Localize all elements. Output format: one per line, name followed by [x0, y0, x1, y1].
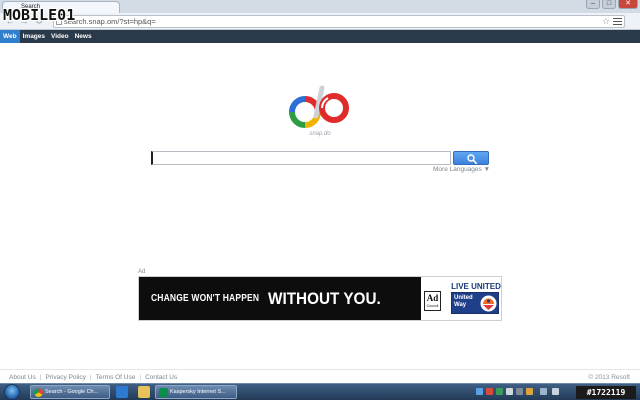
kaspersky-icon [159, 388, 168, 397]
united-way-line1: United [454, 295, 473, 301]
search-icon [467, 154, 477, 164]
ad-banner[interactable]: CHANGE WON'T HAPPEN WITHOUT YOU. Ad Coun… [138, 276, 502, 321]
tray-app-icon[interactable] [496, 388, 503, 395]
tray-app-icon[interactable] [516, 388, 523, 395]
ad-council-mark: Ad [426, 293, 439, 303]
watermark: MOBILE01 [3, 6, 76, 24]
united-way-text: United Way [454, 295, 478, 309]
minimize-button[interactable]: – [586, 0, 600, 9]
snap-do-logo [289, 85, 349, 128]
taskbar-item-kaspersky[interactable]: Kaspersky Internet S... [155, 385, 237, 399]
more-languages-link[interactable]: More Languages ▼ [433, 166, 490, 173]
id-stamp: #1722119 [576, 386, 636, 399]
ad-headline-big: WITHOUT YOU. [268, 288, 382, 308]
maximize-button[interactable]: □ [602, 0, 616, 9]
tray-app-icon[interactable] [506, 388, 513, 395]
nav-news[interactable]: News [72, 30, 95, 43]
search-button[interactable] [453, 151, 489, 165]
close-window-button[interactable]: ✕ [618, 0, 638, 9]
nav-images[interactable]: Images [20, 30, 48, 43]
window-controls: – □ ✕ [586, 0, 638, 12]
ad-headline-small: CHANGE WON'T HAPPEN [151, 293, 260, 304]
volume-icon[interactable] [552, 388, 559, 395]
footer-links: About Us | Privacy Policy | Terms Of Use… [9, 374, 177, 381]
search-input[interactable] [151, 151, 451, 165]
footer-about-us[interactable]: About Us [9, 374, 36, 381]
united-way-line2: Way [454, 302, 467, 308]
footer-divider [0, 369, 640, 370]
site-nav: Web Images Video News [0, 30, 640, 43]
united-way-badge: United Way [451, 292, 499, 314]
ad-council-logo: Ad Council [424, 291, 441, 311]
start-button[interactable] [4, 384, 20, 400]
taskbar-item-chrome[interactable]: Search - Google Ch... [30, 385, 110, 399]
address-bar[interactable]: search.snap.om/?st=hp&q= ☆ [53, 15, 625, 28]
copyright-text: © 2013 Resoft [588, 374, 630, 381]
nav-video[interactable]: Video [48, 30, 72, 43]
footer-separator: | [89, 374, 92, 381]
ad-council-sub: Council [426, 304, 439, 308]
footer-terms-of-use[interactable]: Terms Of Use [96, 374, 136, 381]
menu-icon[interactable] [613, 17, 622, 26]
windows-taskbar: Search - Google Ch... Kaspersky Internet… [0, 383, 640, 400]
tray-app-icon[interactable] [526, 388, 533, 395]
live-united-text: LIVE UNITED [451, 282, 501, 291]
taskbar-item-label: Search - Google Ch... [45, 389, 99, 395]
footer-separator: | [139, 374, 142, 381]
united-way-logo-icon [480, 295, 497, 312]
footer-privacy-policy[interactable]: Privacy Policy [45, 374, 85, 381]
nav-web[interactable]: Web [0, 30, 20, 43]
ad-headline-panel: CHANGE WON'T HAPPEN WITHOUT YOU. [139, 277, 421, 320]
footer-separator: | [39, 374, 42, 381]
tray-app-icon[interactable] [486, 388, 493, 395]
folder-icon[interactable] [138, 386, 150, 398]
ad-label: Ad [138, 269, 146, 275]
tray-help-icon[interactable] [476, 388, 483, 395]
network-icon[interactable] [540, 388, 547, 395]
bookmark-star-icon[interactable]: ☆ [602, 16, 610, 27]
footer-contact-us[interactable]: Contact Us [145, 374, 177, 381]
taskbar-item-label: Kaspersky Internet S... [170, 389, 226, 395]
internet-explorer-icon[interactable] [116, 386, 128, 398]
chrome-icon [34, 388, 43, 397]
logo-caption: snap.do [309, 131, 331, 137]
